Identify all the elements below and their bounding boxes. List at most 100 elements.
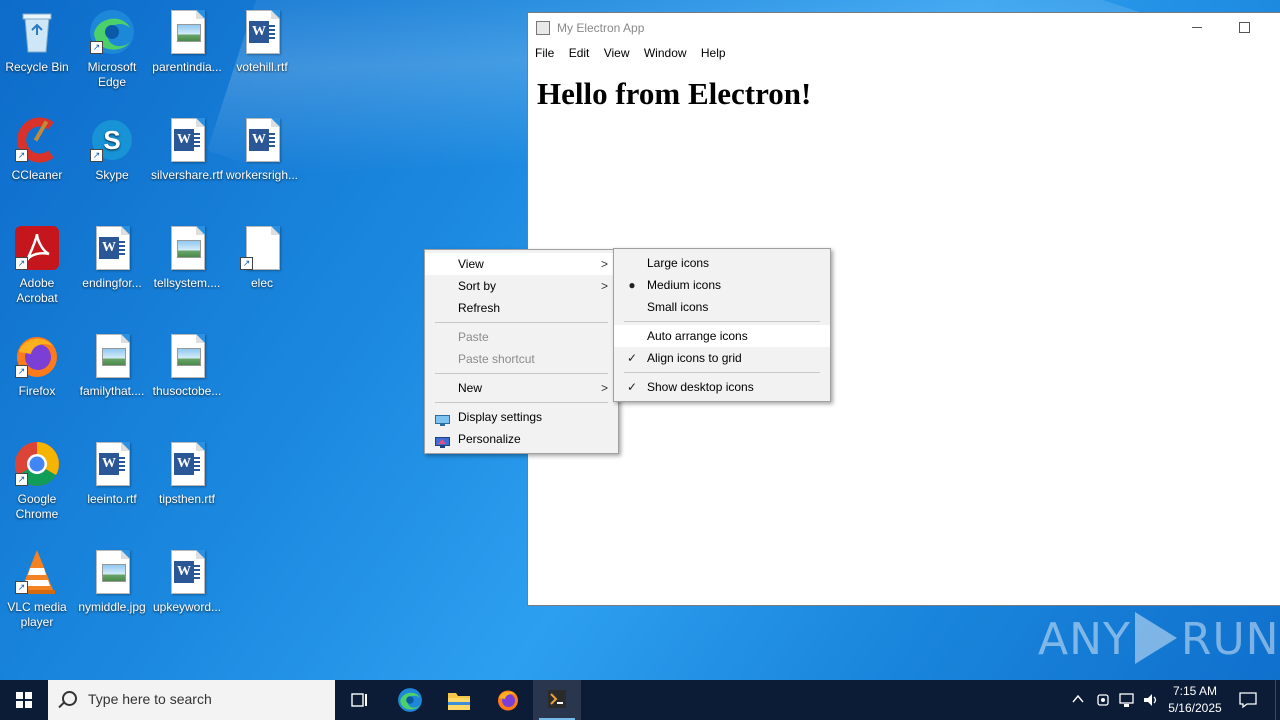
- menu-file[interactable]: File: [535, 44, 554, 62]
- context-menu-refresh-label: Refresh: [458, 301, 501, 315]
- word-document-icon: W: [88, 224, 136, 272]
- context-menu-display-settings[interactable]: Display settings: [425, 406, 618, 428]
- desktop-icon-label: workersrigh...: [225, 168, 299, 182]
- menu-view[interactable]: View: [604, 44, 630, 62]
- context-menu-refresh[interactable]: Refresh: [425, 297, 618, 319]
- folder-icon: [448, 693, 470, 710]
- submenu-medium-icons-label: Medium icons: [647, 278, 722, 292]
- radio-selected-icon: ●: [628, 278, 636, 292]
- meet-now-icon[interactable]: [1096, 691, 1110, 709]
- desktop-icon-endingfor[interactable]: W endingfor...: [75, 224, 149, 291]
- show-hidden-icons-chevron-icon[interactable]: [1072, 694, 1084, 704]
- desktop-icon-label: CCleaner: [11, 168, 63, 182]
- menu-edit[interactable]: Edit: [569, 44, 590, 62]
- context-menu-view[interactable]: View >: [425, 253, 618, 275]
- desktop-icon-label: leeinto.rtf: [87, 492, 137, 506]
- menu-separator: [435, 373, 608, 374]
- start-button[interactable]: [0, 680, 48, 720]
- desktop-icon-familythat[interactable]: familythat....: [75, 332, 149, 399]
- view-submenu: Large icons ● Medium icons Small icons A…: [613, 248, 831, 402]
- window-title: My Electron App: [557, 21, 645, 35]
- svg-text:S: S: [103, 125, 120, 155]
- taskbar-edge-button[interactable]: [386, 680, 434, 720]
- context-menu-sort-by[interactable]: Sort by >: [425, 275, 618, 297]
- submenu-small-icons[interactable]: Small icons: [614, 296, 830, 318]
- desktop-icon-workersrigh[interactable]: W workersrigh...: [225, 116, 299, 183]
- desktop-icon-label: Google Chrome: [15, 492, 59, 521]
- network-icon[interactable]: [1118, 691, 1136, 709]
- taskbar-firefox-button[interactable]: [484, 680, 532, 720]
- shortcut-arrow-icon: ↗: [15, 473, 28, 486]
- window-titlebar[interactable]: My Electron App: [528, 13, 1280, 44]
- electron-app-icon: [548, 690, 566, 708]
- desktop-icon-silvershare[interactable]: W silvershare.rtf: [150, 116, 224, 183]
- desktop-icon-upkeyword[interactable]: W upkeyword...: [150, 548, 224, 615]
- desktop-icon-vlc[interactable]: ↗ VLC media player: [0, 548, 74, 630]
- search-icon: [62, 691, 77, 706]
- menu-help[interactable]: Help: [701, 44, 726, 62]
- menu-window[interactable]: Window: [644, 44, 687, 62]
- image-file-icon: [163, 224, 211, 272]
- context-menu-paste-label: Paste: [458, 330, 489, 344]
- image-file-icon: [163, 8, 211, 56]
- context-menu-view-label: View: [458, 257, 484, 271]
- submenu-large-icons[interactable]: Large icons: [614, 252, 830, 274]
- desktop-icon-firefox[interactable]: ↗ Firefox: [0, 332, 74, 399]
- submenu-auto-arrange-icons[interactable]: Auto arrange icons: [614, 325, 830, 347]
- desktop-icon-skype[interactable]: S ↗ Skype: [75, 116, 149, 183]
- word-document-icon: W: [163, 548, 211, 596]
- desktop-icon-label: silvershare.rtf: [150, 168, 224, 182]
- desktop-icon-label: Skype: [95, 168, 129, 182]
- taskbar-search-box[interactable]: Type here to search: [48, 680, 335, 720]
- taskbar-file-explorer-button[interactable]: [435, 680, 483, 720]
- image-file-icon: [88, 332, 136, 380]
- desktop-icon-label: tipsthen.rtf: [158, 492, 216, 506]
- desktop-icon-label: thusoctobe...: [152, 384, 222, 398]
- desktop-icon-votehill[interactable]: W votehill.rtf: [225, 8, 299, 75]
- edge-icon: ↗: [88, 8, 136, 56]
- notification-center-icon[interactable]: [1238, 691, 1258, 709]
- windows-logo-icon: [16, 692, 32, 708]
- menu-separator: [624, 321, 820, 322]
- desktop-icon-tellsystem[interactable]: tellsystem....: [150, 224, 224, 291]
- desktop-icon-nymiddle[interactable]: nymiddle.jpg: [75, 548, 149, 615]
- task-view-icon: [351, 693, 367, 707]
- submenu-medium-icons[interactable]: ● Medium icons: [614, 274, 830, 296]
- submenu-align-icons-to-grid[interactable]: ✓ Align icons to grid: [614, 347, 830, 369]
- desktop-icon-elec[interactable]: ↗ elec: [225, 224, 299, 291]
- desktop-icon-tipsthen[interactable]: W tipsthen.rtf: [150, 440, 224, 507]
- desktop-icon-google-chrome[interactable]: ↗ Google Chrome: [0, 440, 74, 522]
- desktop-icon-label: tellsystem....: [153, 276, 221, 290]
- context-menu-personalize[interactable]: Personalize: [425, 428, 618, 450]
- desktop-icon-recycle-bin[interactable]: Recycle Bin: [0, 8, 74, 75]
- volume-icon[interactable]: [1142, 691, 1160, 709]
- context-menu-new[interactable]: New >: [425, 377, 618, 399]
- desktop-icon-leeinto[interactable]: W leeinto.rtf: [75, 440, 149, 507]
- menu-separator: [435, 402, 608, 403]
- minimize-button[interactable]: [1192, 27, 1202, 28]
- taskbar-clock[interactable]: 7:15 AM 5/16/2025: [1160, 683, 1230, 717]
- clock-date: 5/16/2025: [1168, 701, 1222, 715]
- task-view-button[interactable]: [336, 680, 384, 720]
- show-desktop-button[interactable]: [1275, 680, 1280, 720]
- blank-file-icon: ↗: [238, 224, 286, 272]
- submenu-show-desktop-icons[interactable]: ✓ Show desktop icons: [614, 376, 830, 398]
- shortcut-arrow-icon: ↗: [15, 257, 28, 270]
- desktop-icon-adobe-acrobat[interactable]: ↗ Adobe Acrobat: [0, 224, 74, 306]
- taskbar-electron-app-button[interactable]: [533, 680, 581, 720]
- maximize-button[interactable]: [1239, 22, 1250, 33]
- menu-separator: [435, 322, 608, 323]
- submenu-large-icons-label: Large icons: [647, 256, 710, 270]
- word-document-icon: W: [163, 116, 211, 164]
- desktop-icon-thusoctobe[interactable]: thusoctobe...: [150, 332, 224, 399]
- skype-icon: S ↗: [88, 116, 136, 164]
- desktop-icon-ccleaner[interactable]: ↗ CCleaner: [0, 116, 74, 183]
- desktop-icon-parentindia[interactable]: parentindia...: [150, 8, 224, 75]
- context-menu-new-label: New: [458, 381, 483, 395]
- desktop-icon-label: upkeyword...: [152, 600, 222, 614]
- desktop-icon-microsoft-edge[interactable]: ↗ Microsoft Edge: [75, 8, 149, 90]
- edge-icon: [398, 688, 422, 712]
- desktop-icon-label: Microsoft Edge: [87, 60, 137, 89]
- acrobat-icon: ↗: [13, 224, 61, 272]
- word-document-icon: W: [238, 116, 286, 164]
